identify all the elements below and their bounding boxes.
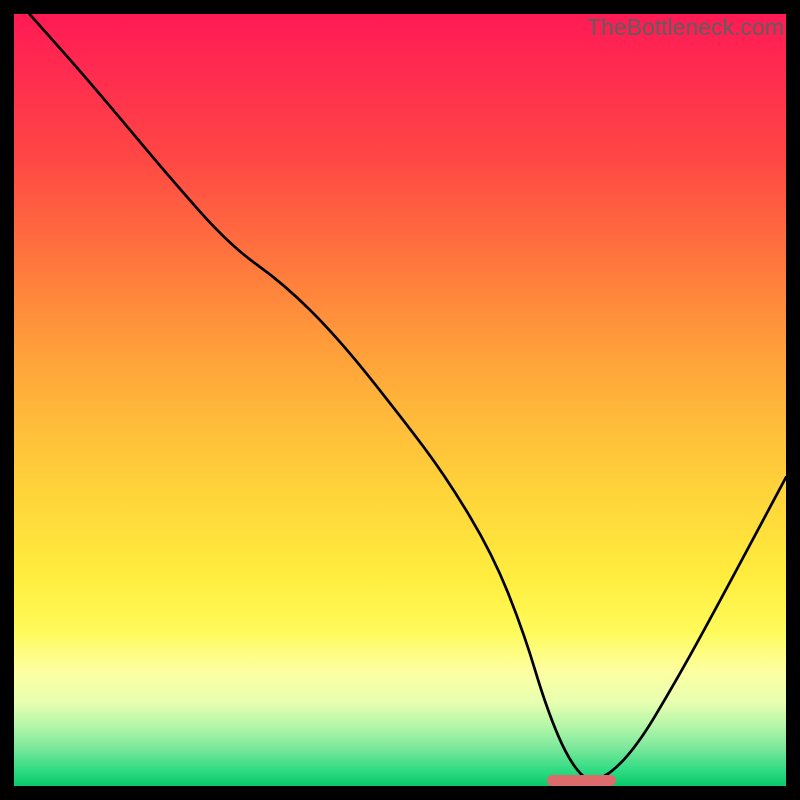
sweet-spot-marker [547,775,616,786]
chart-frame: TheBottleneck.com [0,0,800,800]
curve-layer [14,14,786,786]
bottleneck-curve [29,14,786,779]
plot-area: TheBottleneck.com [14,14,786,786]
